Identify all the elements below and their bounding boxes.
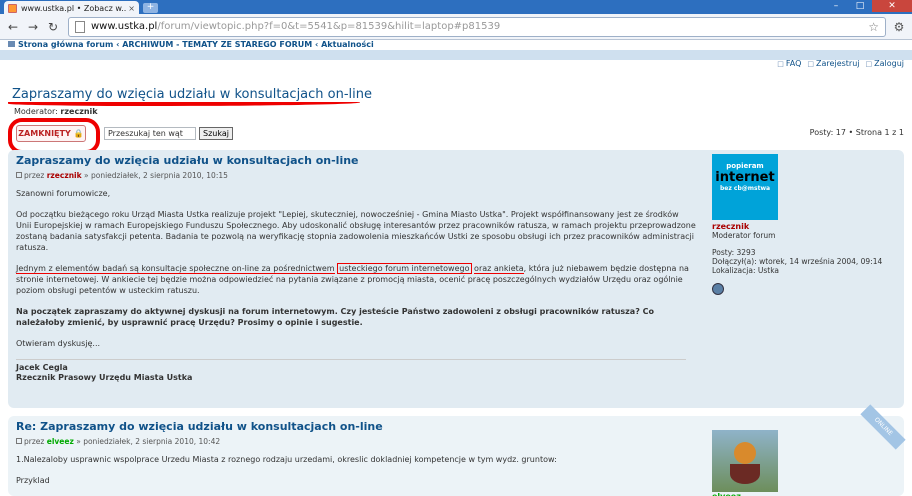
close-window-button[interactable]: ✕ — [872, 0, 912, 12]
url-path: /forum/viewtopic.php?f=0&t=5541&p=81539&… — [157, 21, 501, 32]
avatar-text: internet — [715, 170, 775, 185]
address-bar[interactable]: www.ustka.pl/forum/viewtopic.php?f=0&t=5… — [68, 16, 886, 37]
signature-name: Jacek Cegla — [16, 363, 68, 372]
signature: Jacek Cegla Rzecznik Prasowy Urzędu Mias… — [16, 359, 686, 383]
navbar — [0, 50, 912, 72]
faq-link[interactable]: FAQ — [777, 59, 802, 68]
post-date: » poniedziałek, 2 sierpnia 2010, 10:42 — [76, 437, 221, 446]
moderator-line: Moderator: rzecznik — [14, 107, 98, 116]
profile-stats: Posty: 3293 Dołączył(a): wtorek, 14 wrze… — [712, 248, 896, 275]
website-icon[interactable] — [712, 283, 724, 295]
login-link[interactable]: Zaloguj — [866, 59, 904, 68]
browser-titlebar: www.ustka.pl • Zobacz w... × + – □ ✕ — [0, 0, 912, 15]
post-icon — [16, 438, 22, 444]
minimize-button[interactable]: – — [824, 0, 848, 12]
profile-name[interactable]: rzecznik — [712, 222, 896, 231]
window-controls: – □ ✕ — [824, 0, 912, 12]
reload-icon[interactable]: ↻ — [44, 18, 62, 36]
moderator-name[interactable]: rzecznik — [60, 107, 97, 116]
forward-icon[interactable]: → — [24, 18, 42, 36]
register-link[interactable]: Zarejestruj — [807, 59, 859, 68]
topic-toolbar: ZAMKNIĘTY 🔒 Przeszukaj ten wąt Szukaj Po… — [8, 118, 904, 154]
browser-tab[interactable]: www.ustka.pl • Zobacz w... × — [4, 1, 139, 15]
moderator-label: Moderator: — [14, 107, 58, 116]
tab-title: www.ustka.pl • Zobacz w... — [21, 3, 127, 13]
post-paragraph: Na początek zapraszamy do aktywnej dysku… — [16, 307, 654, 327]
breadcrumb-links[interactable]: Strona główna forum ‹ ARCHIWUM - TEMATY … — [18, 40, 374, 49]
search-button[interactable]: Szukaj — [199, 127, 233, 140]
back-icon[interactable]: ← — [4, 18, 22, 36]
post-date: » poniedziałek, 2 sierpnia 2010, 10:15 — [84, 171, 228, 180]
forum-page: Strona główna forum ‹ ARCHIWUM - TEMATY … — [0, 40, 912, 496]
new-tab-button[interactable]: + — [143, 3, 158, 13]
avatar-text: popieram — [726, 162, 764, 170]
post-paragraph: Szanowni forumowicze, — [16, 189, 111, 198]
underlined-text: Jednym z elementów badań są konsultacje … — [16, 264, 335, 274]
post-body: Re: Zapraszamy do wzięcia udziału w kons… — [16, 420, 696, 496]
post-meta: przez elveez » poniedziałek, 2 sierpnia … — [16, 437, 696, 446]
post-paragraph: Przyklad — [16, 476, 50, 485]
forum-link-highlight[interactable]: usteckiego forum internetowego — [337, 263, 472, 274]
post-paragraph: Otwieram dyskusję... — [16, 339, 101, 348]
post-paragraph: 1.Nalezaloby usprawnic wspolprace Urzedu… — [16, 455, 557, 464]
signature-title: Rzecznik Prasowy Urzędu Miasta Ustka — [16, 373, 193, 382]
post-2: ONLINE Re: Zapraszamy do wzięcia udziału… — [8, 404, 906, 496]
profile-joined: Dołączył(a): wtorek, 14 września 2004, 0… — [712, 257, 883, 266]
lock-icon: 🔒 — [73, 129, 84, 138]
topic-search-input[interactable]: Przeszukaj ten wąt — [104, 127, 196, 140]
post-content: Szanowni forumowicze, Od początku bieżąc… — [16, 188, 696, 349]
profile-name[interactable]: elveez — [712, 492, 896, 496]
pagination: Posty: 17 • Strona 1 z 1 — [809, 128, 904, 137]
avatar-text: bez cb@mstwa — [719, 185, 771, 192]
wrench-menu-icon[interactable]: ⚙ — [890, 20, 908, 34]
favicon-icon — [8, 3, 17, 13]
profile-rank: Moderator forum — [712, 231, 776, 240]
post-author[interactable]: rzecznik — [47, 171, 82, 180]
post-by: przez — [24, 437, 45, 446]
browser-toolbar: ← → ↻ www.ustka.pl/forum/viewtopic.php?f… — [0, 14, 912, 40]
post-meta: przez rzecznik » poniedziałek, 2 sierpni… — [16, 171, 696, 180]
post-body: Zapraszamy do wzięcia udziału w konsulta… — [16, 154, 696, 383]
post-profile: popieram internet bez cb@mstwa rzecznik … — [712, 154, 896, 295]
locked-label: ZAMKNIĘTY — [18, 129, 71, 138]
post-title[interactable]: Re: Zapraszamy do wzięcia udziału w kons… — [16, 420, 696, 433]
underlined-text: oraz ankieta — [474, 264, 524, 274]
url-host: www.ustka.pl — [91, 21, 158, 32]
page-icon — [75, 20, 85, 33]
post-paragraph: Od początku bieżącego roku Urząd Miasta … — [16, 210, 696, 252]
maximize-button[interactable]: □ — [848, 0, 872, 12]
post-paragraph: Jednym z elementów badań są konsultacje … — [16, 263, 696, 296]
locked-topic-button[interactable]: ZAMKNIĘTY 🔒 — [16, 125, 86, 142]
profile-posts: Posty: 3293 — [712, 248, 756, 257]
bookmark-star-icon[interactable]: ☆ — [868, 20, 879, 34]
avatar: popieram internet bez cb@mstwa — [712, 154, 778, 220]
post-author[interactable]: elveez — [47, 437, 74, 446]
post-title[interactable]: Zapraszamy do wzięcia udziału w konsulta… — [16, 154, 696, 167]
user-links: FAQ Zarejestruj Zaloguj — [777, 59, 904, 68]
avatar — [712, 430, 778, 492]
close-tab-icon[interactable]: × — [128, 4, 135, 13]
post-1: Zapraszamy do wzięcia udziału w konsulta… — [8, 150, 904, 408]
profile-location: Lokalizacja: Ustka — [712, 266, 780, 275]
breadcrumb: Strona główna forum ‹ ARCHIWUM - TEMATY … — [0, 40, 912, 50]
red-underline-annotation — [8, 100, 360, 106]
post-content: 1.Nalezaloby usprawnic wspolprace Urzedu… — [16, 454, 696, 486]
post-profile: elveez — [712, 430, 896, 496]
post-icon — [16, 172, 22, 178]
home-icon — [8, 41, 15, 47]
post-by: przez — [24, 171, 45, 180]
